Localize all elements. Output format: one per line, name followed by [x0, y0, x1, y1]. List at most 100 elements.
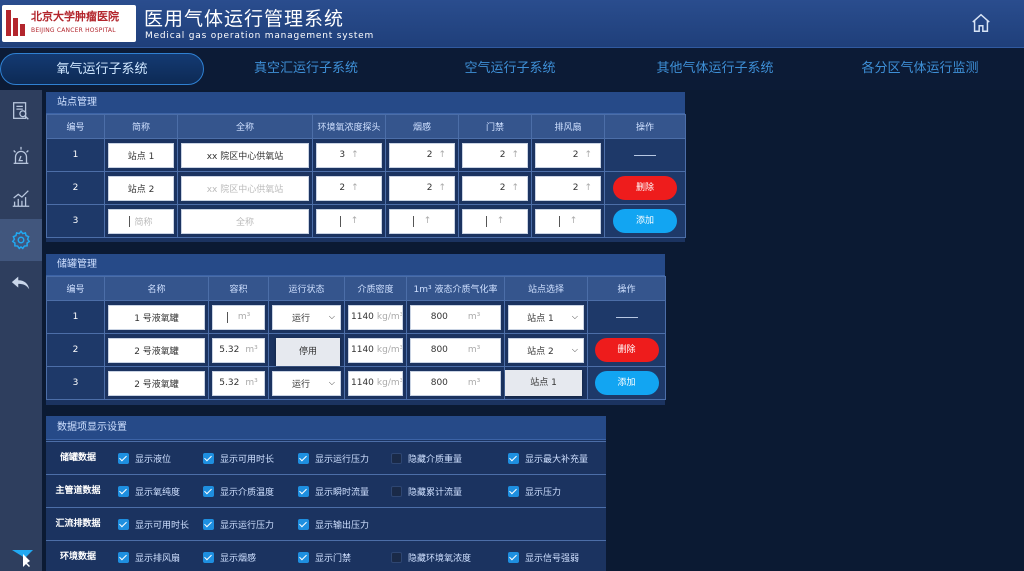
full-name-input[interactable]: xx 院区中心供氧站 [181, 142, 309, 168]
row-number: 3 [46, 366, 105, 400]
o2-probe-stepper[interactable]: 3 ↑ [316, 142, 382, 168]
door-stepper[interactable]: 2 ↑ [462, 175, 528, 201]
hospital-logo: 北京大学肿瘤医院 BEIJING CANCER HOSPITAL [2, 5, 136, 42]
stepper-up-icon[interactable]: ↑ [351, 216, 359, 226]
station-select[interactable]: 站点 1 ⌵ [508, 304, 584, 330]
full-name-input[interactable]: xx 院区中心供氧站 [181, 175, 309, 201]
tank-name-input[interactable]: 1 号液氧罐 [108, 304, 205, 330]
logo-mark-icon [6, 10, 28, 36]
checkbox[interactable]: 显示门禁 [298, 541, 351, 571]
full-name-input[interactable]: 全称 [181, 208, 309, 234]
trend-chart-icon[interactable] [0, 177, 42, 219]
checkbox[interactable]: 显示液位 [118, 442, 171, 474]
col-header: 运行状态 [268, 276, 345, 301]
station-dropdown-option[interactable]: 站点 1 [505, 370, 582, 396]
home-icon[interactable] [970, 12, 992, 34]
door-stepper[interactable]: ↑ [462, 208, 528, 234]
table-row: 2 2 号液氧罐 5.32 m³ 1140 kg/m³ 800 m³ 站点 2 ⌵ 删除 [46, 333, 666, 367]
stepper-up-icon[interactable]: ↑ [438, 183, 446, 193]
stepper-up-icon[interactable]: ↑ [351, 150, 359, 160]
no-action-dash [615, 316, 638, 318]
tab-other-gas[interactable]: 其他气体运行子系统 [615, 53, 815, 85]
volume-input[interactable]: 5.32 m³ [212, 337, 265, 363]
row-label: 储罐数据 [59, 453, 96, 463]
add-button[interactable]: 添加 [594, 371, 659, 395]
fan-stepper[interactable]: ↑ [535, 208, 601, 234]
row-number: 3 [46, 204, 105, 238]
stepper-up-icon[interactable]: ↑ [584, 150, 592, 160]
checkbox[interactable]: 显示运行压力 [298, 442, 369, 474]
density-input[interactable]: 1140 kg/m³ [348, 337, 403, 363]
density-input[interactable]: 1140 kg/m³ [348, 304, 403, 330]
display-row-main-pipe: 主管道数据 显示氧纯度 显示介质温度 显示瞬时流量 隐藏累计流量 显示压力 [46, 474, 606, 507]
tank-name-input[interactable]: 2 号液氧罐 [108, 337, 205, 363]
checkbox[interactable]: 显示运行压力 [203, 508, 274, 540]
volume-input[interactable]: 5.32 m³ [212, 370, 265, 396]
smoke-stepper[interactable]: 2 ↑ [389, 142, 455, 168]
col-header: 全称 [177, 114, 313, 139]
checkbox[interactable]: 显示排风扇 [118, 541, 180, 571]
header: 北京大学肿瘤医院 BEIJING CANCER HOSPITAL 医用气体运行管… [0, 0, 1024, 48]
action-cell: 删除 [587, 333, 666, 367]
short-name-input[interactable]: 简称 [108, 208, 174, 234]
volume-input[interactable]: m³ [212, 304, 265, 330]
checkbox[interactable]: 显示氧纯度 [118, 475, 180, 507]
stepper-up-icon[interactable]: ↑ [424, 216, 432, 226]
stepper-up-icon[interactable]: ↑ [584, 183, 592, 193]
short-name-input[interactable]: 站点 1 [108, 142, 174, 168]
door-stepper[interactable]: 2 ↑ [462, 142, 528, 168]
checkbox[interactable]: 显示瞬时流量 [298, 475, 369, 507]
checkbox[interactable]: 显示压力 [508, 475, 561, 507]
fan-stepper[interactable]: 2 ↑ [535, 175, 601, 201]
stepper-up-icon[interactable]: ↑ [511, 150, 519, 160]
tab-air[interactable]: 空气运行子系统 [410, 53, 610, 85]
stepper-up-icon[interactable]: ↑ [570, 216, 578, 226]
report-search-icon[interactable] [0, 90, 42, 132]
smoke-stepper[interactable]: ↑ [389, 208, 455, 234]
gasify-rate-input[interactable]: 800 m³ [410, 337, 501, 363]
station-table: 编号 简称 全称 环境氧浓度探头 烟感 门禁 排风扇 操作 1 站点 1 xx … [46, 114, 686, 238]
gasify-rate-input[interactable]: 800 m³ [410, 304, 501, 330]
checkbox[interactable]: 显示信号强弱 [508, 541, 579, 571]
tank-name-input[interactable]: 2 号液氧罐 [108, 370, 205, 396]
density-input[interactable]: 1140 kg/m³ [348, 370, 403, 396]
checkbox[interactable]: 显示可用时长 [203, 442, 274, 474]
stepper-up-icon[interactable]: ↑ [438, 150, 446, 160]
o2-probe-stepper[interactable]: ↑ [316, 208, 382, 234]
gasify-rate-input[interactable]: 800 m³ [410, 370, 501, 396]
tab-oxygen[interactable]: 氧气运行子系统 [0, 53, 204, 85]
short-name-input[interactable]: 站点 2 [108, 175, 174, 201]
stepper-up-icon[interactable]: ↑ [497, 216, 505, 226]
checkbox[interactable]: 隐藏环境氧浓度 [391, 541, 471, 571]
checkbox[interactable]: 显示输出压力 [298, 508, 369, 540]
delete-button[interactable]: 删除 [594, 338, 659, 362]
checkbox[interactable]: 隐藏介质重量 [391, 442, 462, 474]
fan-stepper[interactable]: 2 ↑ [535, 142, 601, 168]
action-cell: 添加 [587, 366, 666, 400]
status-select[interactable]: 运行 ⌵ [272, 304, 341, 330]
checkbox[interactable]: 显示介质温度 [203, 475, 274, 507]
station-select[interactable]: 站点 2 ⌵ [508, 337, 584, 363]
delete-button[interactable]: 删除 [613, 176, 677, 200]
status-dropdown-option[interactable]: 停用 [276, 338, 340, 366]
row-number: 2 [46, 171, 105, 205]
o2-probe-stepper[interactable]: 2 ↑ [316, 175, 382, 201]
alarm-icon[interactable] [0, 135, 42, 177]
chevron-down-icon: ⌵ [571, 345, 578, 354]
checkbox[interactable]: 隐藏累计流量 [391, 475, 462, 507]
smoke-stepper[interactable]: 2 ↑ [389, 175, 455, 201]
stepper-up-icon[interactable]: ↑ [351, 183, 359, 193]
checkbox[interactable]: 显示烟感 [203, 541, 256, 571]
checkbox[interactable]: 显示可用时长 [118, 508, 189, 540]
status-select[interactable]: 运行 ⌵ [272, 370, 341, 396]
col-header: 介质密度 [344, 276, 407, 301]
tab-zone-monitor[interactable]: 各分区气体运行监测 [820, 53, 1020, 85]
logo-name-cn: 北京大学肿瘤医院 [31, 10, 119, 23]
add-button[interactable]: 添加 [613, 209, 677, 233]
stepper-up-icon[interactable]: ↑ [511, 183, 519, 193]
station-table-header: 编号 简称 全称 环境氧浓度探头 烟感 门禁 排风扇 操作 [46, 114, 686, 139]
checkbox[interactable]: 显示最大补充量 [508, 442, 588, 474]
tab-vacuum[interactable]: 真空汇运行子系统 [206, 53, 406, 85]
back-arrow-icon[interactable] [0, 262, 42, 304]
settings-icon[interactable] [0, 219, 42, 261]
